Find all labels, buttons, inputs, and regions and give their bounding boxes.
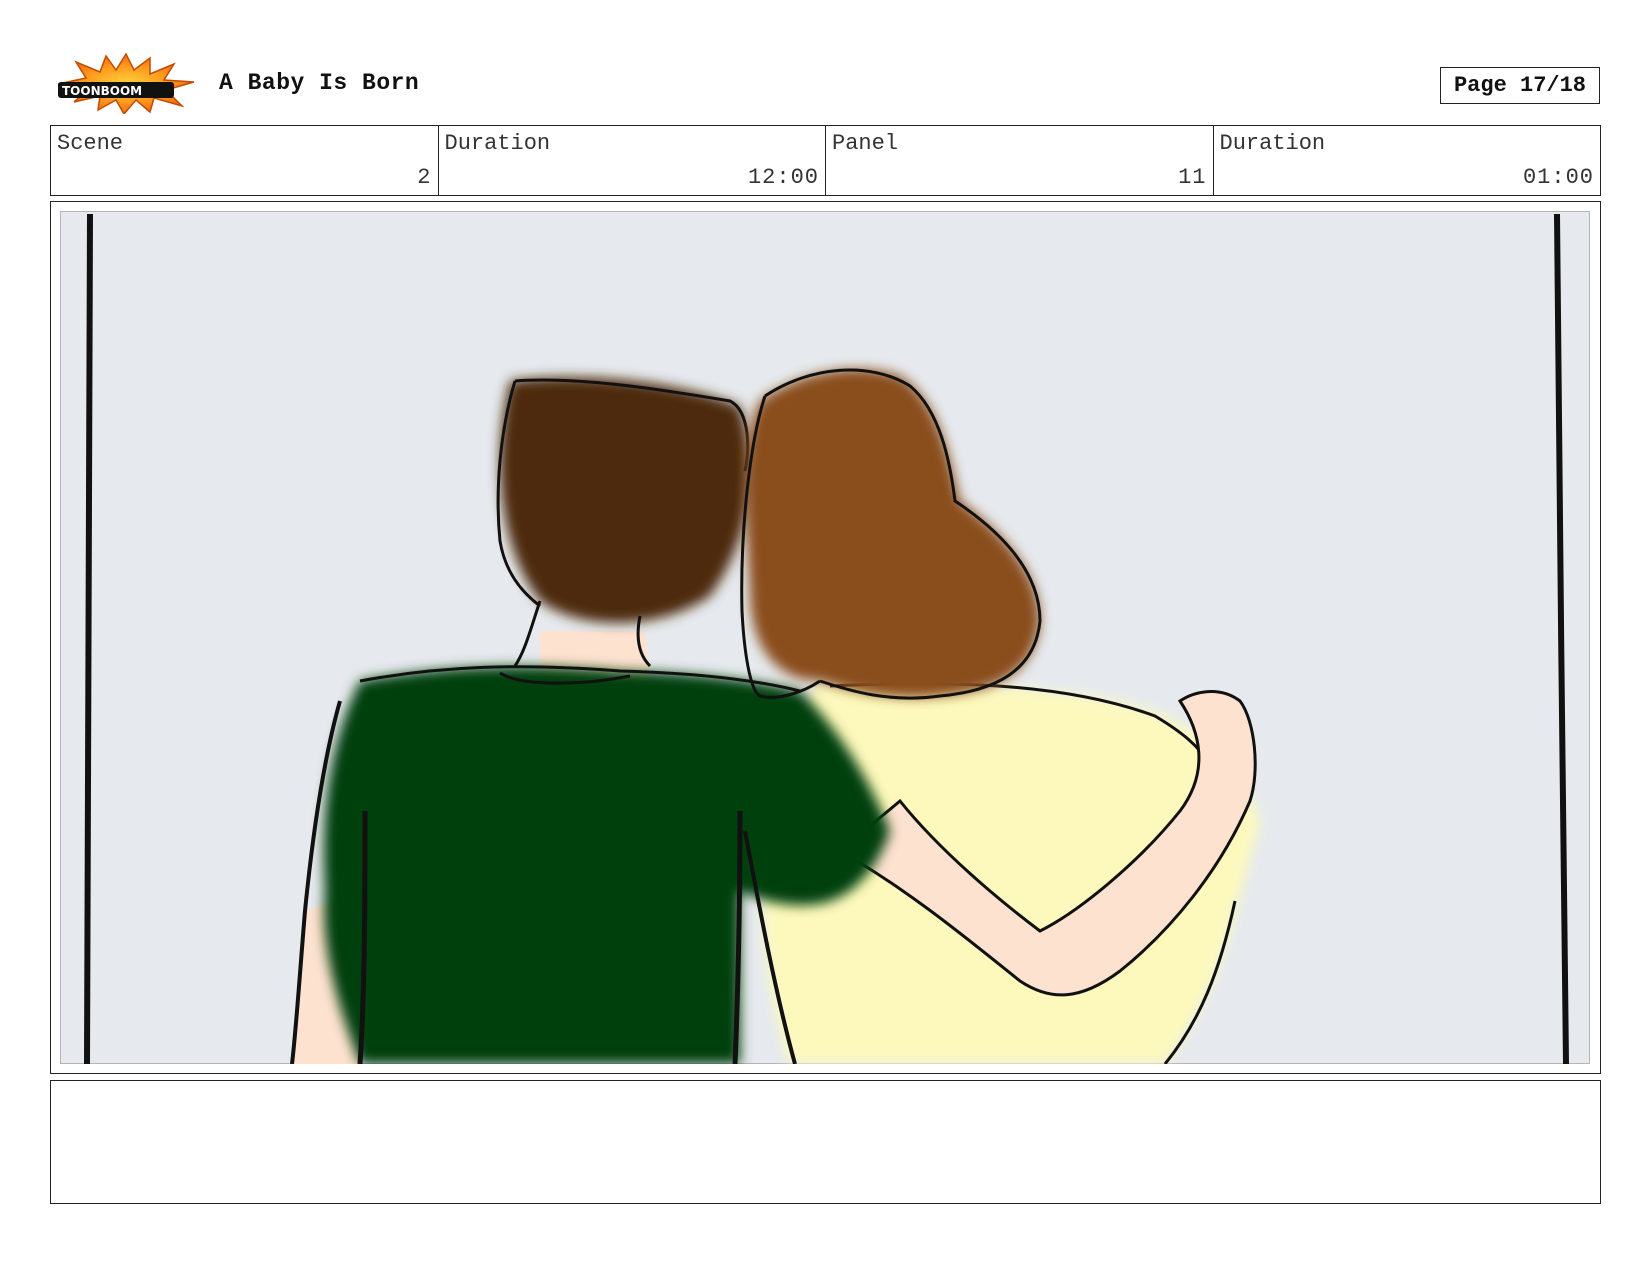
scene-duration-value: 12:00 — [747, 165, 819, 190]
panel-number: 11 — [1178, 165, 1207, 190]
panel-duration-cell: Duration 01:00 — [1214, 126, 1601, 195]
panel-drawing — [60, 211, 1590, 1064]
panel-duration-value: 01:00 — [1522, 165, 1594, 190]
storyboard-panel — [50, 201, 1601, 1074]
scene-cell: Scene 2 — [51, 126, 439, 195]
panel-duration-label: Duration — [1219, 131, 1326, 156]
toonboom-logo: TOONBOOM — [54, 52, 198, 116]
scene-number: 2 — [417, 165, 432, 190]
scene-duration-label: Duration — [444, 131, 551, 156]
scene-duration-cell: Duration 12:00 — [439, 126, 826, 195]
panel-label: Panel — [832, 131, 899, 156]
action-notes-box — [50, 1080, 1601, 1204]
storyboard-title: A Baby Is Born — [219, 70, 420, 96]
man-hair — [500, 377, 750, 623]
panel-cell: Panel 11 — [826, 126, 1214, 195]
scene-info-bar: Scene 2 Duration 12:00 Panel 11 Duration… — [50, 125, 1601, 196]
logo-wordmark: TOONBOOM — [62, 84, 142, 98]
page-indicator: Page 17/18 — [1440, 67, 1600, 104]
left-frame-line — [84, 213, 93, 1064]
scene-label: Scene — [57, 131, 124, 156]
